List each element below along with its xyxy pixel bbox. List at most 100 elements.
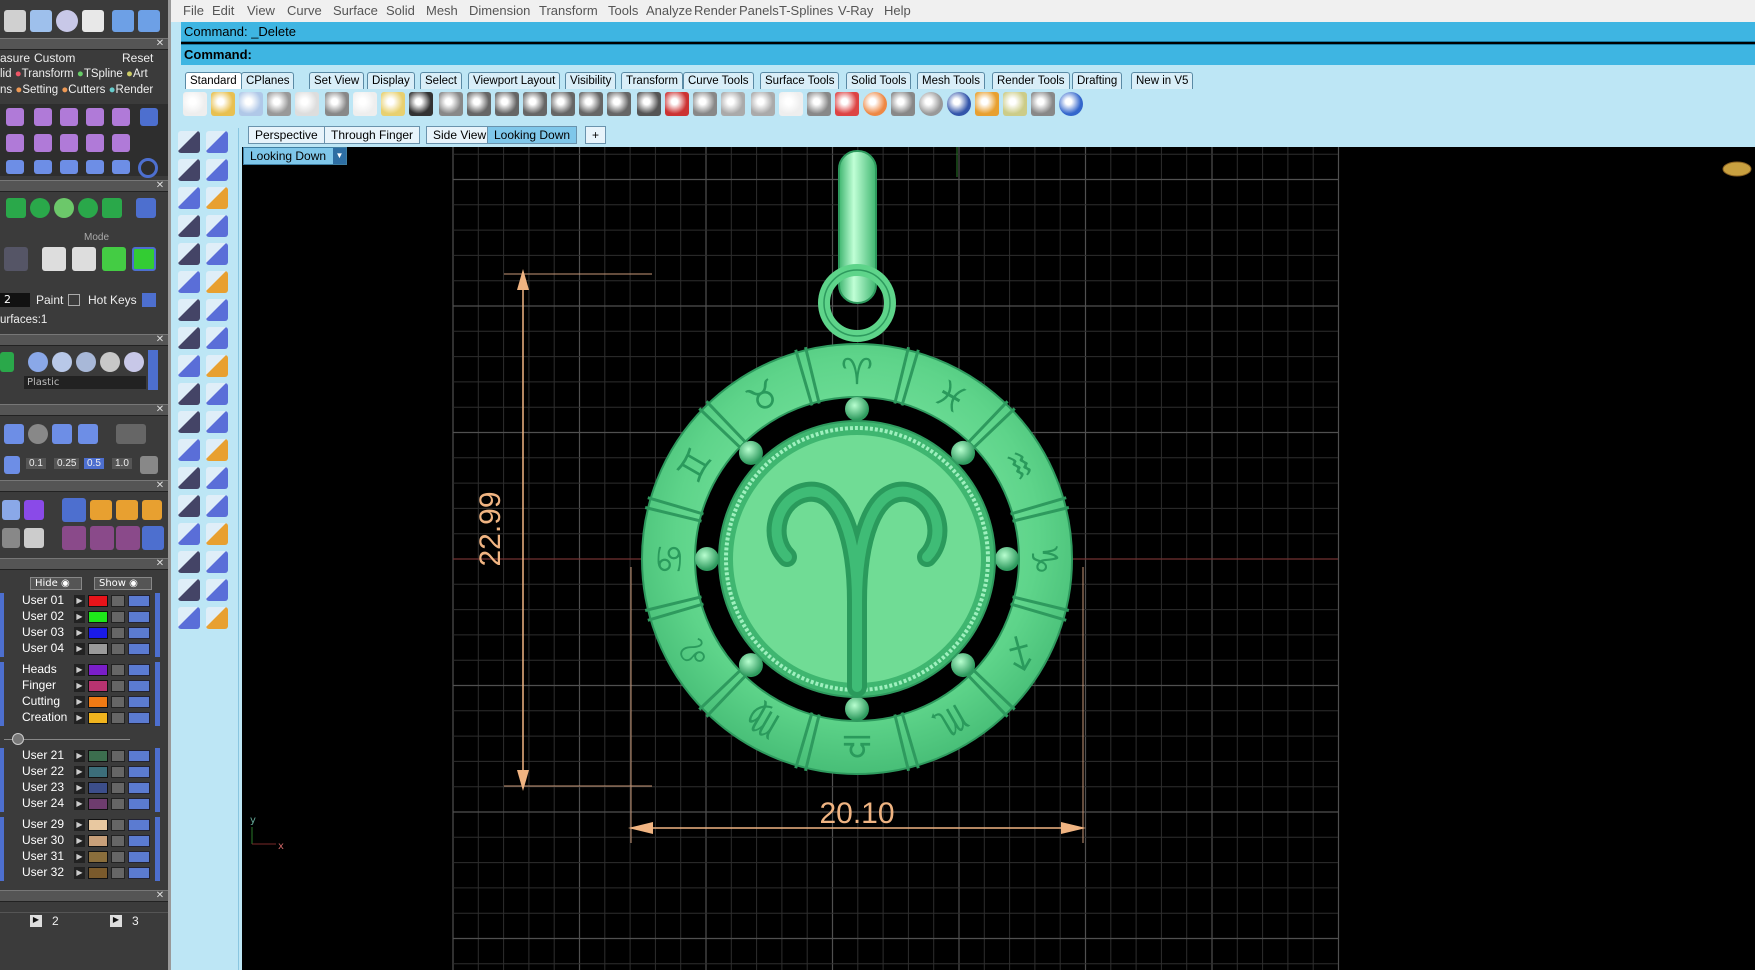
box-wire-icon[interactable] — [72, 247, 96, 271]
material-icon[interactable] — [891, 92, 915, 116]
menu-item-curve[interactable]: Curve — [287, 3, 322, 18]
step-0.1[interactable]: 0.1 — [26, 458, 46, 469]
move-icon[interactable] — [467, 92, 491, 116]
render-sphere-icon[interactable] — [919, 92, 943, 116]
lightbulb-icon[interactable] — [779, 92, 803, 116]
menu-item-t-splines[interactable]: T-Splines — [779, 3, 833, 18]
group-icon[interactable] — [751, 92, 775, 116]
menu-item-mesh[interactable]: Mesh — [426, 3, 458, 18]
box-solid-icon[interactable] — [178, 523, 200, 545]
document-icon[interactable] — [24, 528, 44, 548]
circle-select-icon[interactable] — [721, 92, 745, 116]
toolbar-tab-solid-tools[interactable]: Solid Tools — [846, 72, 912, 89]
play-icon[interactable]: ▶ — [74, 611, 85, 623]
distort-3-icon[interactable] — [116, 526, 140, 550]
fillet-icon[interactable] — [206, 243, 228, 265]
play-icon[interactable]: ▶ — [74, 835, 85, 847]
eraser-icon[interactable] — [178, 607, 200, 629]
play-icon[interactable]: ▶ — [74, 851, 85, 863]
box-rendered-icon[interactable] — [132, 247, 156, 271]
redo-arrow-icon[interactable] — [138, 10, 160, 32]
lock-icon[interactable] — [111, 819, 125, 831]
layer-name[interactable]: Cutting — [22, 694, 60, 708]
menu-item-transform[interactable]: Transform — [539, 3, 598, 18]
toolbar-tab-transform[interactable]: Transform — [621, 72, 683, 89]
play-icon[interactable]: ▶ — [74, 782, 85, 794]
ring-tool-icon[interactable] — [60, 160, 78, 174]
visibility-icon[interactable] — [128, 680, 150, 692]
lock-icon[interactable] — [111, 851, 125, 863]
viewport-tab-perspective[interactable]: Perspective — [248, 126, 325, 144]
play-icon[interactable]: ▶ — [74, 643, 85, 655]
lock-icon[interactable] — [111, 680, 125, 692]
layer-row[interactable]: User 03 ▶ — [0, 625, 160, 641]
layer-name[interactable]: User 02 — [22, 609, 64, 623]
layer-color-swatch[interactable] — [88, 664, 108, 676]
curve-tool-icon[interactable] — [6, 160, 24, 174]
play-icon[interactable]: ▶ — [74, 664, 85, 676]
grid-icon[interactable] — [30, 10, 52, 32]
rotate-3d-icon[interactable] — [206, 271, 228, 293]
measure-icon[interactable] — [206, 523, 228, 545]
control-point-icon[interactable] — [206, 159, 228, 181]
open-icon[interactable] — [211, 92, 235, 116]
menu-item-dimension[interactable]: Dimension — [469, 3, 530, 18]
close-icon[interactable]: ✕ — [155, 335, 165, 345]
step-0.5[interactable]: 0.5 — [84, 458, 104, 469]
pencil-icon[interactable] — [2, 500, 20, 520]
sphere-blue-icon[interactable] — [28, 352, 48, 372]
paste-icon[interactable] — [381, 92, 405, 116]
frame-icon[interactable] — [116, 424, 146, 444]
layer-slider-handle[interactable] — [12, 733, 24, 745]
check-icon[interactable] — [206, 579, 228, 601]
lock-icon[interactable] — [111, 712, 125, 724]
layer-row[interactable]: User 22 ▶ — [0, 764, 160, 780]
history-icon[interactable] — [206, 551, 228, 573]
toolbar-tab-select[interactable]: Select — [420, 72, 462, 89]
gem-icon[interactable] — [24, 500, 44, 520]
toolbar-tab-mesh-tools[interactable]: Mesh Tools — [917, 72, 985, 89]
layer-row[interactable]: Cutting ▶ — [0, 694, 160, 710]
lock-icon[interactable] — [111, 782, 125, 794]
viewport-canvas[interactable]: 22.99 20.10 ♈♉♊♋♌♍ ♎ ♏♐♑♒♓ y x — [242, 147, 1755, 970]
layer-color-swatch[interactable] — [88, 867, 108, 879]
image-icon[interactable] — [112, 160, 130, 174]
light-icon[interactable] — [206, 355, 228, 377]
layer-color-swatch[interactable] — [88, 819, 108, 831]
lock-icon[interactable] — [111, 664, 125, 676]
step-1.0[interactable]: 1.0 — [112, 458, 132, 469]
toolbar-tab-cplanes[interactable]: CPlanes — [241, 72, 295, 89]
frame-tool-icon[interactable] — [90, 500, 112, 520]
custom-tab[interactable]: Custom — [34, 51, 75, 65]
mirror-icon[interactable] — [86, 160, 104, 174]
distort-icon[interactable] — [62, 526, 86, 550]
layer-row[interactable]: User 23 ▶ — [0, 780, 160, 796]
spark-icon[interactable] — [34, 160, 52, 174]
rhino-tools-icon[interactable] — [4, 10, 26, 32]
toolbar-tab-viewport-layout[interactable]: Viewport Layout — [468, 72, 561, 89]
layer-name[interactable]: User 32 — [22, 865, 64, 879]
play-icon[interactable]: ▶ — [74, 750, 85, 762]
layer-color-swatch[interactable] — [88, 798, 108, 810]
gem-cluster-icon[interactable] — [178, 355, 200, 377]
wireframe-icon[interactable] — [6, 198, 26, 218]
gear-icon[interactable] — [1003, 92, 1027, 116]
play-icon[interactable]: ▶ — [30, 915, 42, 927]
select-pointer-icon[interactable] — [178, 131, 200, 153]
toolbar-tab-curve-tools[interactable]: Curve Tools — [683, 72, 754, 89]
layer-name[interactable]: User 23 — [22, 780, 64, 794]
save-icon[interactable] — [239, 92, 263, 116]
visibility-icon[interactable] — [128, 643, 150, 655]
visibility-icon[interactable] — [128, 595, 150, 607]
play-icon[interactable]: ▶ — [110, 915, 122, 927]
viewport-tab-side-view[interactable]: Side View — [426, 126, 494, 144]
category-patterns[interactable]: ns — [0, 84, 12, 96]
toolbar-tab-display[interactable]: Display — [367, 72, 415, 89]
lock-icon[interactable] — [111, 611, 125, 623]
layer-row[interactable]: User 30 ▶ — [0, 833, 160, 849]
point-icon[interactable] — [206, 131, 228, 153]
layer-color-swatch[interactable] — [88, 627, 108, 639]
cut-icon[interactable] — [325, 92, 349, 116]
explode-icon[interactable] — [206, 411, 228, 433]
play-icon[interactable]: ▶ — [74, 627, 85, 639]
